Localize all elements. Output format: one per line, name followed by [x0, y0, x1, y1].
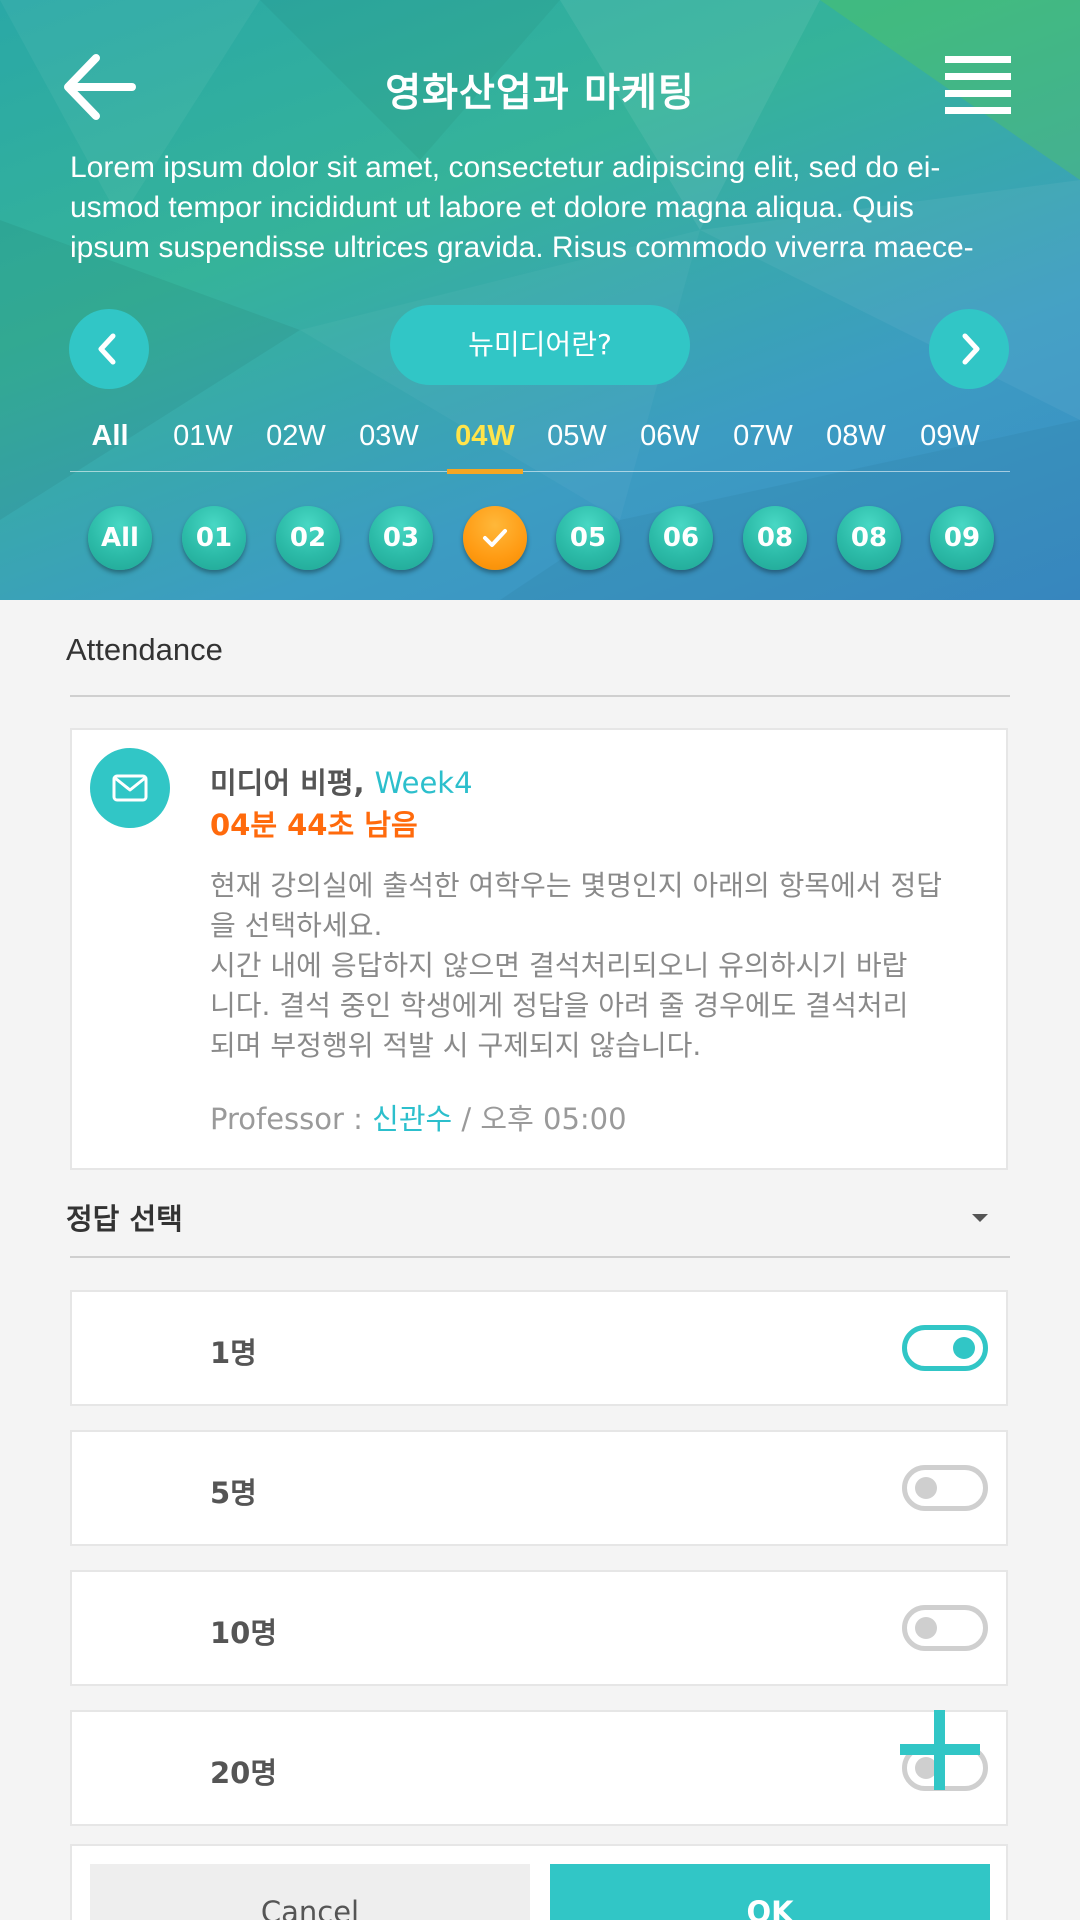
- prev-topic-button[interactable]: [69, 309, 149, 389]
- hamburger-icon: [945, 90, 1011, 97]
- divider: [70, 1256, 1010, 1258]
- cancel-button[interactable]: Cancel: [90, 1864, 530, 1920]
- course-description: Lorem ipsum dolor sit amet, consectetur …: [70, 148, 1020, 268]
- hamburger-icon: [945, 107, 1011, 114]
- caret-down-icon[interactable]: [972, 1214, 988, 1222]
- description-line: usmod tempor incididunt ut labore et dol…: [70, 191, 914, 224]
- tab-all[interactable]: All: [70, 412, 150, 472]
- ok-button[interactable]: OK: [550, 1864, 990, 1920]
- toggle-knob: [915, 1617, 937, 1639]
- message-line: 니다. 결석 중인 학생에게 정답을 아려 줄 경우에도 결석처리: [210, 989, 909, 1022]
- toggle-knob: [915, 1477, 937, 1499]
- week-label: Week4: [374, 766, 473, 800]
- hamburger-icon: [945, 73, 1011, 80]
- toggle-knob: [953, 1337, 975, 1359]
- week-bubble[interactable]: 09: [930, 506, 994, 570]
- week-bubble-completed[interactable]: [463, 506, 527, 570]
- tab-01w[interactable]: 01W: [163, 412, 243, 472]
- course-name: 미디어 비평,: [210, 766, 365, 800]
- section-title-attendance: Attendance: [66, 632, 223, 667]
- message-line: 시간 내에 응답하지 않으면 결석처리되오니 유의하시기 바랍: [210, 949, 908, 982]
- option-label: 10명: [210, 1616, 278, 1650]
- plus-icon[interactable]: [900, 1710, 980, 1790]
- envelope-icon: [112, 774, 148, 802]
- hamburger-icon: [945, 56, 1011, 63]
- divider: [70, 695, 1010, 697]
- tab-08w[interactable]: 08W: [816, 412, 896, 472]
- option-label: 1명: [210, 1336, 257, 1370]
- plus-bar: [900, 1744, 980, 1755]
- week-bubble[interactable]: 03: [369, 506, 433, 570]
- card-heading: 미디어 비평, Week4: [210, 760, 473, 802]
- professor-info: Professor : 신관수 / 오후 05:00: [210, 1096, 627, 1138]
- chevron-left-icon: [98, 333, 116, 365]
- professor-name[interactable]: 신관수: [372, 1102, 452, 1136]
- countdown-timer: 04분 44초 남음: [210, 808, 418, 842]
- week-bubble[interactable]: 06: [649, 506, 713, 570]
- week-progress: All 01 02 03 05 06 08 08 09: [70, 506, 1010, 576]
- tab-02w[interactable]: 02W: [256, 412, 336, 472]
- description-line: ipsum suspendisse ultrices gravida. Risu…: [70, 231, 974, 264]
- option-toggle[interactable]: [902, 1465, 988, 1511]
- answer-select-label: 정답 선택: [66, 1202, 183, 1236]
- week-bubble[interactable]: 08: [743, 506, 807, 570]
- mail-badge: [90, 748, 170, 828]
- chevron-right-icon: [962, 333, 980, 365]
- answer-option[interactable]: 10명: [70, 1570, 1008, 1686]
- week-bubble[interactable]: 02: [276, 506, 340, 570]
- professor-label: Professor :: [210, 1102, 363, 1136]
- attendance-card: 미디어 비평, Week4 04분 44초 남음 현재 강의실에 출석한 여학우…: [70, 728, 1008, 1170]
- action-bar: Cancel OK: [70, 1844, 1008, 1920]
- next-topic-button[interactable]: [929, 309, 1009, 389]
- option-label: 20명: [210, 1756, 278, 1790]
- message-line: 을 선택하세요.: [210, 909, 383, 942]
- menu-button[interactable]: [945, 56, 1011, 116]
- week-bubble[interactable]: 08: [837, 506, 901, 570]
- page-title: 영화산업과 마케팅: [385, 71, 695, 116]
- tab-05w[interactable]: 05W: [537, 412, 617, 472]
- tab-06w[interactable]: 06W: [630, 412, 710, 472]
- tab-09w[interactable]: 09W: [910, 412, 990, 472]
- tab-07w[interactable]: 07W: [723, 412, 803, 472]
- message-line: 되며 부정행위 적발 시 구제되지 않습니다.: [210, 1029, 702, 1062]
- message-line: 현재 강의실에 출석한 여학우는 몇명인지 아래의 항목에서 정답: [210, 869, 943, 902]
- checkmark-icon: [483, 529, 507, 547]
- week-tabs: All 01W 02W 03W 04W 05W 06W 07W 08W 09W: [70, 412, 1010, 474]
- option-label: 5명: [210, 1476, 257, 1510]
- tab-03w[interactable]: 03W: [349, 412, 429, 472]
- tab-04w[interactable]: 04W: [445, 412, 525, 474]
- option-toggle[interactable]: [902, 1325, 988, 1371]
- topic-button[interactable]: 뉴미디어란?: [390, 305, 690, 385]
- answer-option[interactable]: 1명: [70, 1290, 1008, 1406]
- course-header: 영화산업과 마케팅 Lorem ipsum dolor sit amet, co…: [0, 0, 1080, 600]
- week-bubble[interactable]: 05: [556, 506, 620, 570]
- top-bar: 영화산업과 마케팅: [0, 40, 1080, 135]
- card-message: 현재 강의실에 출석한 여학우는 몇명인지 아래의 항목에서 정답 을 선택하세…: [210, 866, 990, 1066]
- description-line: Lorem ipsum dolor sit amet, consectetur …: [70, 151, 941, 184]
- answer-option[interactable]: 20명: [70, 1710, 1008, 1826]
- week-bubble[interactable]: 01: [182, 506, 246, 570]
- week-bubble-all[interactable]: All: [88, 506, 152, 570]
- class-time: / 오후 05:00: [461, 1102, 627, 1136]
- answer-option[interactable]: 5명: [70, 1430, 1008, 1546]
- option-toggle[interactable]: [902, 1605, 988, 1651]
